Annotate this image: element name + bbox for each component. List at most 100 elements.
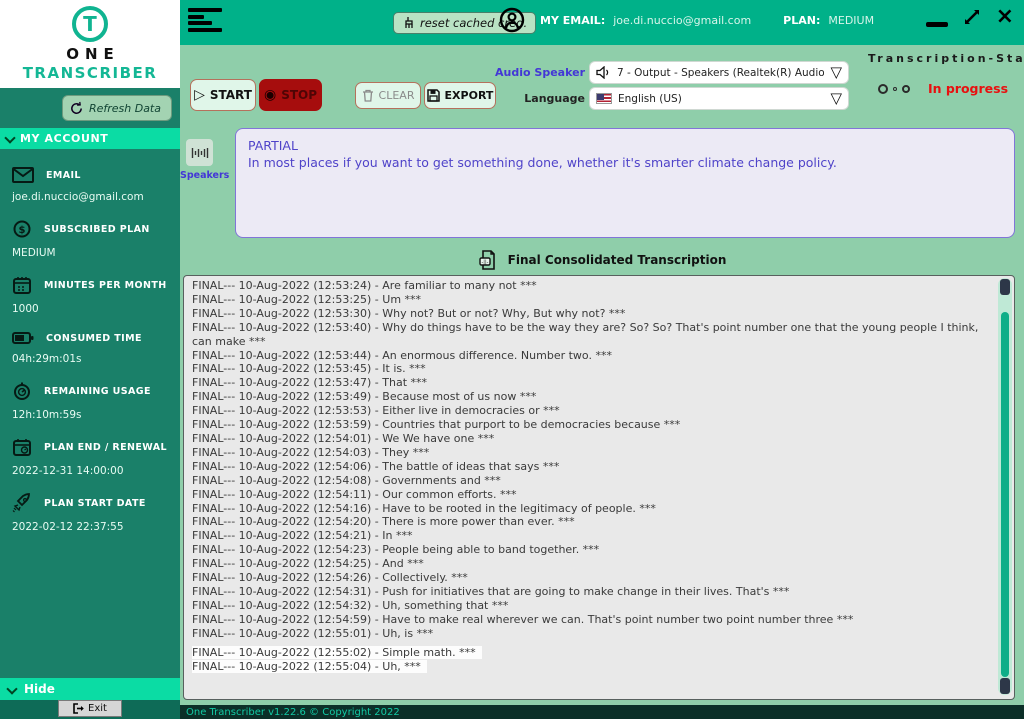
item-value: joe.di.nuccio@gmail.com [12, 191, 144, 203]
rocket-icon [12, 493, 32, 513]
partial-text: In most places if you want to get someth… [248, 155, 837, 170]
app-window: T ONE TRANSCRIBER Refresh Data MY ACCOUN… [0, 0, 1024, 719]
hide-panel-button[interactable]: Hide [0, 678, 180, 700]
email-icon [12, 167, 34, 183]
start-label: START [209, 88, 252, 102]
sidebar-item-email: EMAIL joe.di.nuccio@gmail.com [12, 167, 168, 203]
speakers-waveform-button[interactable] [186, 139, 213, 166]
sidebar-item-consumed-time: CONSUMED TIME 04h:29m:01s [12, 331, 168, 365]
logo-text-transcriber: TRANSCRIBER [22, 64, 158, 82]
transcript-line: FINAL--- 10-Aug-2022 (12:54:08) - Govern… [192, 473, 501, 487]
item-label: EMAIL [46, 169, 81, 181]
logo-t-icon: T [72, 6, 108, 42]
item-label: PLAN END / RENEWAL [44, 441, 167, 453]
version-text: One Transcriber v1.22.6 © Copyright 2022 [186, 706, 400, 718]
language-dropdown[interactable]: English (US) ▽ [590, 88, 848, 109]
audio-speaker-value: 7 - Output - Speakers (Realtek(R) Audio) [617, 66, 825, 79]
transcript-line: FINAL--- 10-Aug-2022 (12:54:23) - People… [192, 543, 600, 557]
transcript-line: FINAL--- 10-Aug-2022 (12:54:01) - We We … [192, 431, 495, 445]
scrollbar[interactable] [998, 278, 1012, 695]
maximize-button[interactable] [962, 7, 982, 27]
item-label: MINUTES PER MONTH [44, 279, 167, 291]
waveform-icon [191, 146, 209, 160]
transcript-line: FINAL--- 10-Aug-2022 (12:54:03) - They *… [192, 445, 430, 459]
transcript-line: FINAL--- 10-Aug-2022 (12:53:47) - That *… [192, 376, 428, 390]
account-info-list: EMAIL joe.di.nuccio@gmail.com $ SUBSCRIB… [0, 149, 180, 678]
item-label: PLAN START DATE [44, 497, 146, 509]
refresh-data-button[interactable]: Refresh Data [61, 95, 172, 121]
partial-title: PARTIAL [248, 138, 298, 153]
item-label: CONSUMED TIME [46, 332, 142, 344]
transcript-line: FINAL--- 10-Aug-2022 (12:54:11) - Our co… [192, 487, 517, 501]
transcription-status-title: Transcription-Status [868, 52, 1024, 65]
start-button[interactable]: ▷ START [190, 79, 256, 111]
my-account-label: MY ACCOUNT [20, 132, 109, 145]
transcript-line: FINAL--- 10-Aug-2022 (12:54:06) - The ba… [192, 459, 560, 473]
svg-text:-||-: -||- [481, 259, 488, 265]
dropdown-arrow-icon: ▽ [830, 63, 842, 81]
user-icon [498, 6, 526, 34]
transcript-list: FINAL--- 10-Aug-2022 (12:53:24) - Are fa… [192, 279, 994, 674]
chevron-down-icon [6, 683, 18, 695]
battery-icon [12, 331, 34, 345]
sidebar-item-remaining-usage: REMAINING USAGE 12h:10m:59s [12, 381, 168, 421]
calendar-icon [12, 275, 32, 295]
save-icon [426, 89, 440, 102]
my-account-header[interactable]: MY ACCOUNT [0, 128, 180, 149]
dropdown-arrow-icon: ▽ [830, 89, 842, 107]
document-icon: -||- [478, 250, 498, 270]
sidebar: T ONE TRANSCRIBER Refresh Data MY ACCOUN… [0, 0, 180, 719]
item-value: MEDIUM [12, 247, 56, 259]
audio-speaker-dropdown[interactable]: 7 - Output - Speakers (Realtek(R) Audio)… [590, 62, 848, 83]
exit-button[interactable]: Exit [58, 700, 122, 717]
transcript-line: FINAL--- 10-Aug-2022 (12:54:21) - In *** [192, 529, 413, 543]
language-label: Language [524, 92, 585, 105]
logo-letter: T [83, 12, 97, 36]
language-value: English (US) [618, 92, 682, 105]
item-value: 12h:10m:59s [12, 409, 82, 421]
transcript-line: FINAL--- 10-Aug-2022 (12:53:45) - It is.… [192, 362, 426, 376]
audio-speaker-label: Audio Speaker [495, 66, 585, 79]
transcript-line: FINAL--- 10-Aug-2022 (12:53:24) - Are fa… [192, 279, 537, 292]
clear-button[interactable]: CLEAR [355, 82, 421, 109]
plan-value: MEDIUM [828, 13, 875, 27]
logo-text-one: ONE [66, 45, 120, 63]
transcript-line: FINAL--- 10-Aug-2022 (12:55:01) - Uh, is… [192, 626, 434, 640]
transcript-line: FINAL--- 10-Aug-2022 (12:54:16) - Have t… [192, 501, 656, 515]
status-value: In progress [927, 81, 1009, 96]
export-button[interactable]: EXPORT [424, 82, 496, 109]
item-label: SUBSCRIBED PLAN [44, 223, 150, 235]
final-transcription-header: -||- Final Consolidated Transcription [180, 250, 1024, 270]
transcript-line: FINAL--- 10-Aug-2022 (12:54:32) - Uh, so… [192, 598, 509, 612]
speakers-label: Speakers [180, 170, 230, 181]
transcript-line: FINAL--- 10-Aug-2022 (12:54:31) - Push f… [192, 584, 790, 598]
window-controls: × [925, 6, 1014, 28]
speaker-icon [596, 66, 611, 79]
transcript-line: FINAL--- 10-Aug-2022 (12:54:20) - There … [192, 515, 575, 529]
exit-strip: Exit [0, 700, 180, 719]
account-summary: MY EMAIL: joe.di.nuccio@gmail.com PLAN: … [498, 6, 874, 34]
refresh-icon [69, 101, 84, 116]
transcript-box[interactable]: FINAL--- 10-Aug-2022 (12:53:24) - Are fa… [183, 275, 1015, 700]
item-value: 1000 [12, 303, 39, 315]
app-logo: T ONE TRANSCRIBER [0, 0, 180, 88]
menu-icon[interactable] [188, 8, 224, 34]
refresh-label: Refresh Data [88, 101, 161, 115]
minimize-button[interactable] [925, 21, 948, 27]
stopwatch-icon [12, 381, 32, 401]
scroll-down-button[interactable] [1000, 678, 1010, 694]
stop-label: STOP [281, 88, 318, 102]
close-icon[interactable]: × [996, 6, 1014, 28]
scrollbar-thumb[interactable] [1001, 312, 1009, 677]
transcript-line: FINAL--- 10-Aug-2022 (12:53:59) - Countr… [192, 418, 681, 432]
item-label: REMAINING USAGE [44, 385, 151, 397]
trash-icon [362, 89, 374, 102]
scroll-up-button[interactable] [1000, 279, 1010, 295]
play-icon: ▷ [194, 87, 205, 103]
status-bar: One Transcriber v1.22.6 © Copyright 2022 [180, 705, 1024, 719]
export-label: EXPORT [444, 89, 494, 102]
transcript-line: FINAL--- 10-Aug-2022 (12:54:25) - And **… [192, 557, 424, 571]
sidebar-item-minutes-per-month: MINUTES PER MONTH 1000 [12, 275, 168, 315]
transcript-line: FINAL--- 10-Aug-2022 (12:54:26) - Collec… [192, 571, 468, 585]
stop-button[interactable]: ◉ STOP [259, 79, 322, 111]
